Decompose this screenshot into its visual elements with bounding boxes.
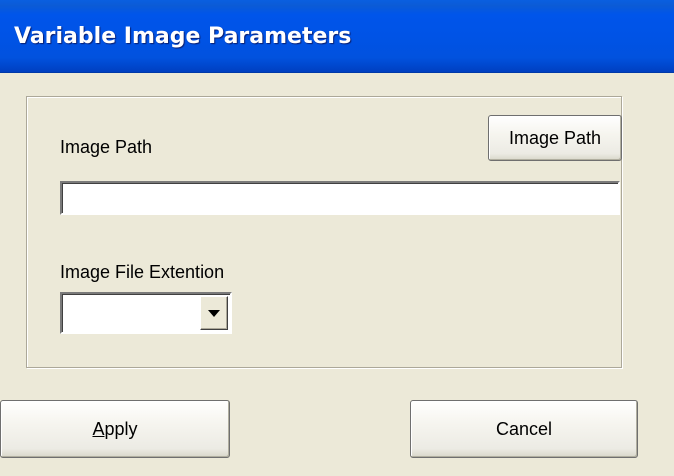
chevron-down-icon [208,310,220,317]
image-path-input[interactable] [60,181,620,215]
cancel-button[interactable]: Cancel [410,400,638,458]
dropdown-arrow-button[interactable] [200,296,228,330]
window-title: Variable Image Parameters [14,24,352,49]
dialog-window: Variable Image Parameters Image Path Ima… [0,0,674,476]
title-bar[interactable]: Variable Image Parameters [0,0,674,73]
extension-label: Image File Extention [60,262,225,282]
apply-button[interactable]: Apply [0,400,230,458]
extension-dropdown[interactable] [60,292,232,334]
image-path-label: Image Path [60,137,153,157]
image-path-browse-button[interactable]: Image Path [488,115,622,161]
